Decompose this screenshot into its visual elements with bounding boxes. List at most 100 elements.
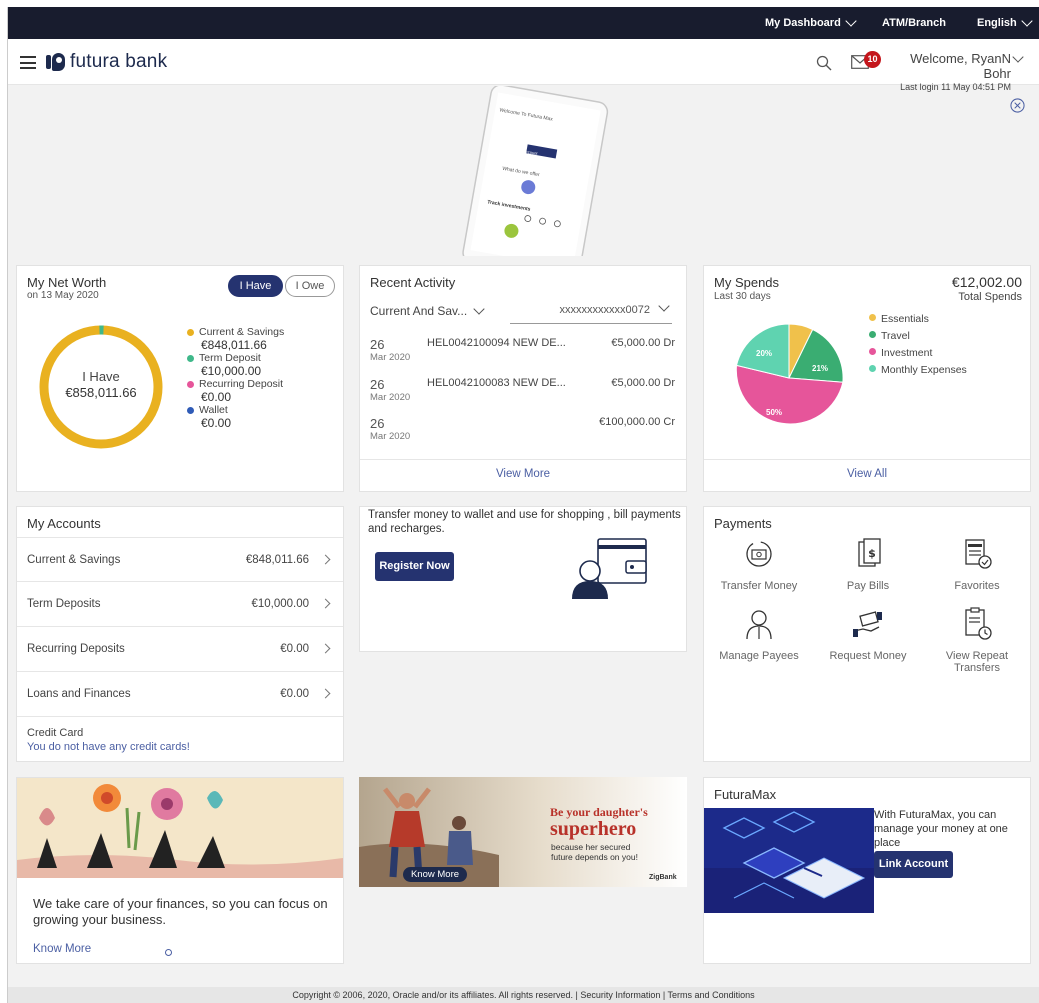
know-more-link[interactable]: Know More — [33, 943, 91, 955]
legend-value: €848,011.66 — [201, 338, 267, 352]
account-row[interactable]: Current & Savings €848,011.66 — [17, 537, 343, 582]
favorites-icon — [965, 539, 992, 569]
account-number-select[interactable]: xxxxxxxxxxxx0072 — [510, 300, 672, 324]
legend-item: Essentials — [869, 311, 967, 328]
transfer-money-label: Transfer Money — [720, 580, 798, 592]
my-dashboard-label: My Dashboard — [765, 17, 841, 29]
i-owe-toggle[interactable]: I Owe — [285, 275, 335, 297]
page: My Dashboard ATM/Branch English futura b… — [0, 0, 1039, 1003]
request-money-link[interactable]: Request Money — [813, 607, 923, 662]
daughter-know-more-button[interactable]: Know More — [403, 867, 467, 882]
footer: Copyright © 2006, 2020, Oracle and/or it… — [8, 987, 1039, 1003]
chevron-down-icon — [473, 303, 485, 315]
account-amount: €10,000.00 — [251, 598, 309, 610]
account-row[interactable]: Recurring Deposits €0.00 — [17, 627, 343, 672]
zigbank-logo: ZigBank — [649, 874, 677, 881]
repeat-transfers-link[interactable]: View Repeat Transfers — [922, 607, 1032, 674]
activity-month: Mar 2020 — [370, 431, 411, 442]
account-type-value: Current And Sav... — [370, 304, 468, 318]
account-name: Current & Savings — [27, 554, 121, 566]
my-accounts-title: My Accounts — [27, 516, 101, 531]
logo-icon — [46, 52, 66, 72]
payments-title: Payments — [714, 516, 772, 531]
view-more-link[interactable]: View More — [360, 468, 686, 480]
activity-amount: €5,000.00 Dr — [611, 337, 675, 349]
daughter-subtext: because her secured future depends on yo… — [551, 842, 638, 862]
manage-payees-label: Manage Payees — [719, 650, 799, 662]
account-row[interactable]: Loans and Finances €0.00 — [17, 672, 343, 717]
language-menu[interactable]: English — [977, 15, 1033, 29]
account-amount: €0.00 — [280, 643, 309, 655]
legend-value: €0.00 — [201, 416, 232, 430]
account-name: Loans and Finances — [27, 688, 131, 700]
account-type-select[interactable]: Current And Sav... — [370, 303, 485, 318]
view-all-link[interactable]: View All — [704, 468, 1030, 480]
welcome-text: Welcome, RyanN Bohr — [910, 51, 1011, 81]
i-have-toggle[interactable]: I Have — [228, 275, 283, 297]
pay-bills-label: Pay Bills — [846, 580, 890, 592]
chevron-down-icon — [1021, 15, 1033, 27]
transfer-money-link[interactable]: Transfer Money — [704, 537, 814, 592]
legend-item: Wallet — [187, 404, 284, 416]
chevron-right-icon — [320, 554, 331, 565]
link-account-button[interactable]: Link Account — [874, 851, 953, 878]
legend-value: €0.00 — [201, 390, 232, 404]
my-spends-card: My Spends Last 30 days €12,002.00 Total … — [703, 265, 1031, 492]
finance-promo-text: We take care of your finances, so you ca… — [33, 896, 328, 927]
account-name: Recurring Deposits — [27, 643, 125, 655]
daughter-promo-card: Be your daughter's superhero because her… — [359, 777, 687, 887]
chevron-right-icon — [320, 598, 331, 609]
my-accounts-card: My Accounts Current & Savings €848,011.6… — [16, 506, 344, 762]
wallet-promo-card: Transfer money to wallet and use for sho… — [359, 506, 687, 652]
favorites-link[interactable]: Favorites — [922, 537, 1032, 592]
my-spends-title: My Spends — [714, 275, 780, 290]
top-bar: My Dashboard ATM/Branch English — [8, 7, 1039, 39]
chevron-down-icon — [845, 15, 857, 27]
notification-badge[interactable]: 10 — [864, 51, 881, 68]
my-dashboard-menu[interactable]: My Dashboard — [765, 15, 857, 29]
pie-label-investment: 50% — [766, 408, 783, 417]
language-label: English — [977, 17, 1017, 29]
net-worth-title: My Net Worth — [27, 275, 107, 290]
activity-description: HEL0042100094 NEW DE... — [427, 337, 566, 349]
svg-text:$: $ — [868, 547, 876, 560]
activity-row[interactable]: 26 Mar 2020 €100,000.00 Cr — [370, 416, 675, 442]
daughter-headline-2: superhero — [550, 818, 637, 840]
carousel-dot[interactable] — [165, 949, 172, 956]
account-row[interactable]: Term Deposits €10,000.00 — [17, 582, 343, 627]
atm-branch-link[interactable]: ATM/Branch — [882, 17, 946, 29]
donut-center-value: €858,011.66 — [65, 385, 137, 400]
bank-logo[interactable]: futura bank — [46, 51, 167, 73]
register-now-button[interactable]: Register Now — [375, 552, 454, 581]
activity-row[interactable]: 26 Mar 2020 HEL0042100094 NEW DE... €5,0… — [370, 337, 675, 363]
activity-amount: €5,000.00 Dr — [611, 377, 675, 389]
footer-text[interactable]: Copyright © 2006, 2020, Oracle and/or it… — [292, 990, 754, 1000]
flowers-illustration — [17, 778, 343, 878]
close-icon[interactable] — [1010, 98, 1025, 113]
net-worth-date: on 13 May 2020 — [27, 290, 99, 301]
repeat-transfers-label: View Repeat Transfers — [945, 650, 1009, 674]
credit-card-note[interactable]: You do not have any credit cards! — [27, 741, 190, 753]
recent-activity-title: Recent Activity — [370, 275, 456, 290]
menu-icon[interactable] — [20, 56, 36, 69]
legend-item: Monthly Expenses — [869, 362, 967, 379]
account-number-value: xxxxxxxxxxxx0072 — [559, 304, 650, 316]
activity-row[interactable]: 26 Mar 2020 HEL0042100083 NEW DE... €5,0… — [370, 377, 675, 403]
app-frame: My Dashboard ATM/Branch English futura b… — [7, 7, 1039, 1003]
account-amount: €848,011.66 — [245, 554, 309, 566]
legend-item: Current & Savings — [187, 326, 284, 338]
spends-total: €12,002.00 — [951, 274, 1022, 290]
pay-bills-link[interactable]: $ Pay Bills — [813, 537, 923, 592]
spends-total-label: Total Spends — [958, 291, 1022, 303]
wallet-illustration — [572, 538, 647, 599]
pie-label-monthly: 20% — [756, 349, 773, 358]
payments-card: Payments Transfer Money $ Pay Bills Favo… — [703, 506, 1031, 762]
activity-description: HEL0042100083 NEW DE... — [427, 377, 566, 389]
chevron-down-icon[interactable] — [1012, 51, 1024, 63]
activity-amount: €100,000.00 Cr — [599, 416, 675, 428]
search-icon[interactable] — [816, 55, 832, 71]
manage-payees-link[interactable]: Manage Payees — [704, 607, 814, 662]
manage-payees-icon — [746, 610, 772, 640]
legend-item: Term Deposit — [187, 352, 284, 364]
transfer-money-icon — [746, 541, 772, 567]
